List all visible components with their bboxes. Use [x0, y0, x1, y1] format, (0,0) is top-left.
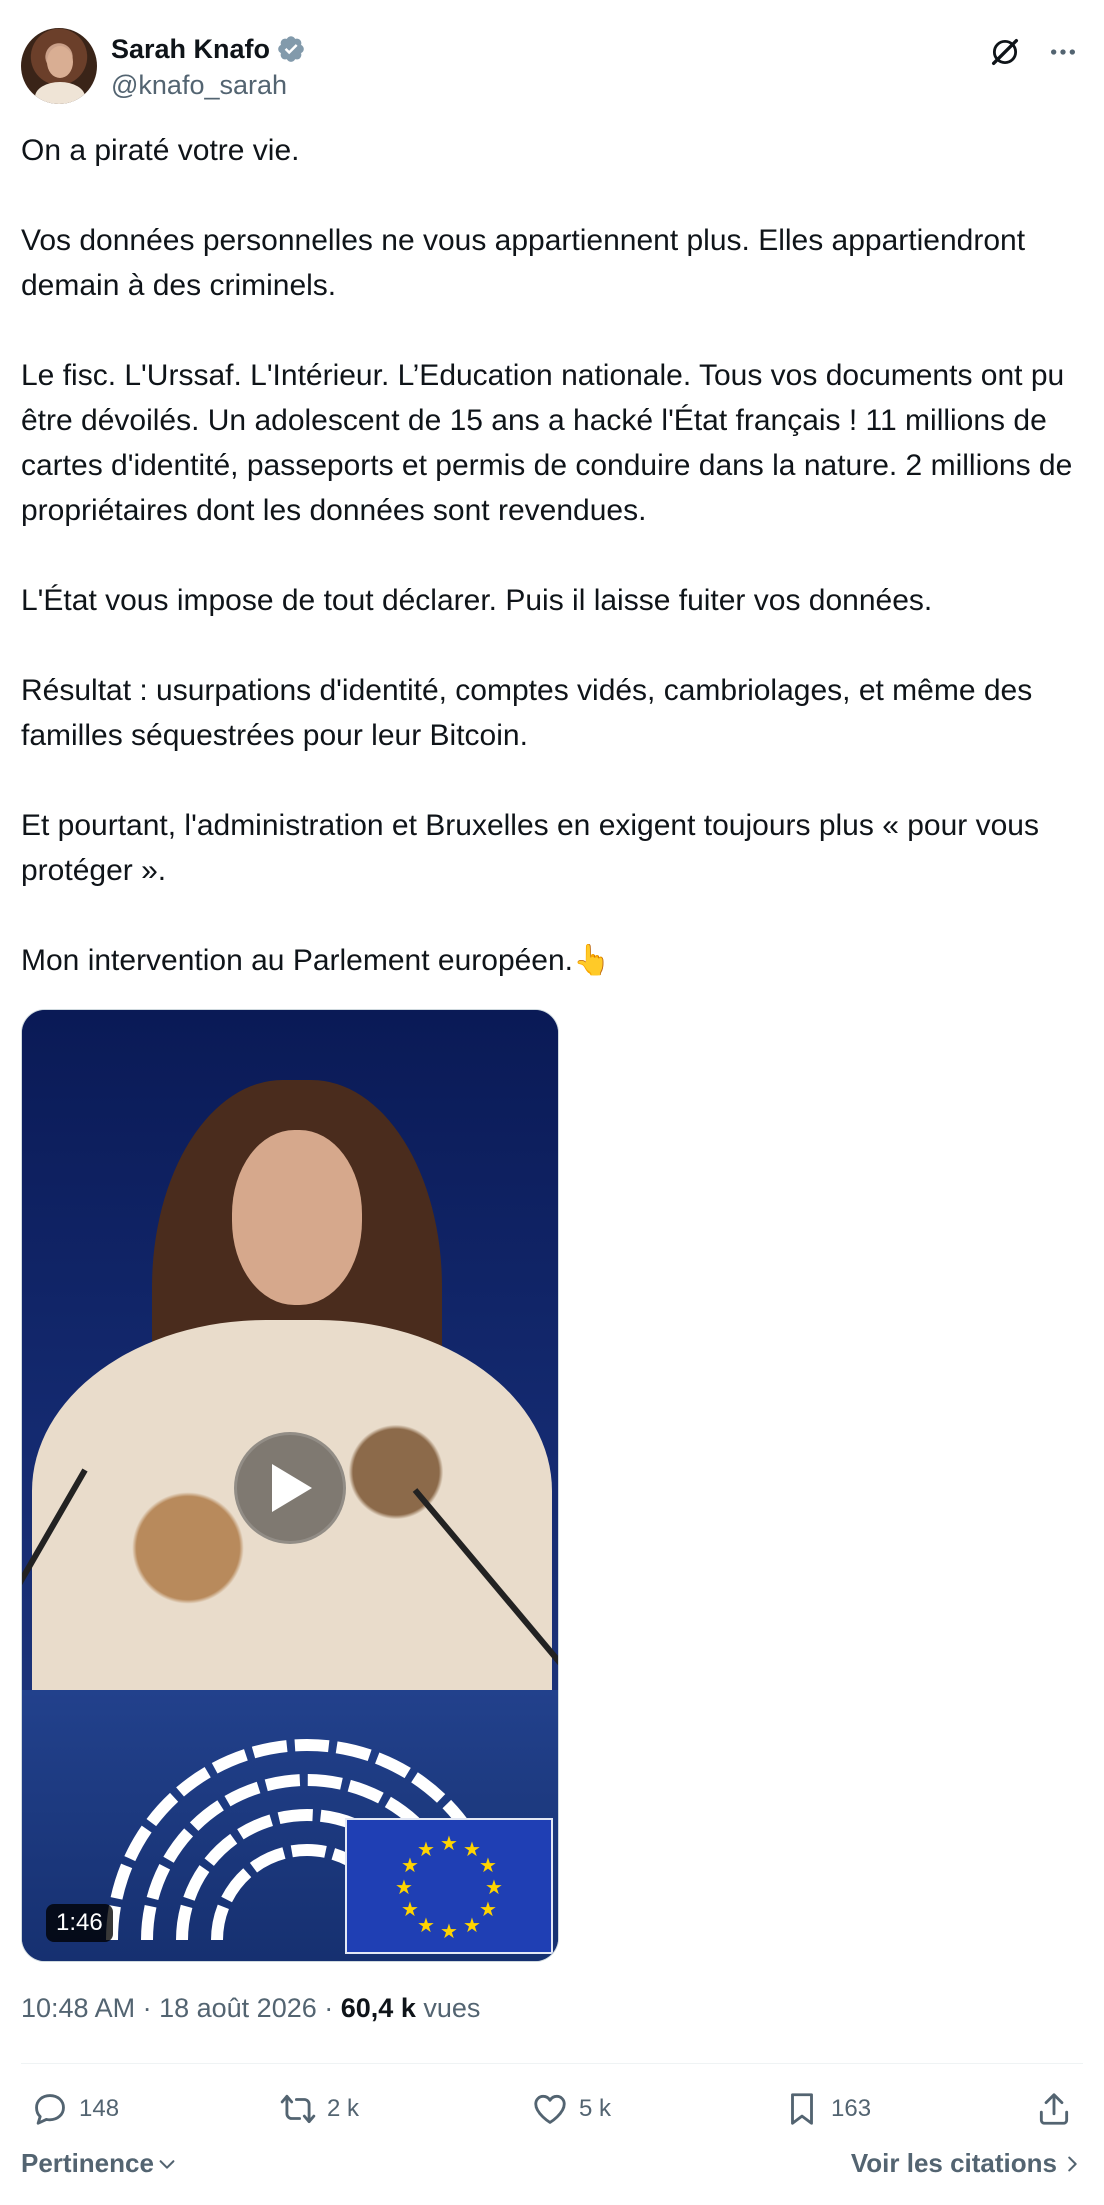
eu-flag: ★ ★ ★ ★ ★ ★ ★ ★ ★ ★ ★ ★: [345, 1818, 553, 1954]
repost-count: 2 k: [327, 2095, 360, 2122]
tweet-paragraph: Mon intervention au Parlement européen.👆: [21, 944, 611, 977]
svg-text:★: ★: [440, 1831, 458, 1855]
tweet-meta: 10:48 AM · 18 août 2026 · 60,4 k vues: [21, 1993, 480, 2024]
video-player[interactable]: ★ ★ ★ ★ ★ ★ ★ ★ ★ ★ ★ ★ 1:46: [21, 1009, 559, 1962]
more-options-button[interactable]: [1043, 32, 1083, 72]
svg-text:★: ★: [479, 1853, 497, 1877]
repost-button[interactable]: 2 k: [279, 2084, 359, 2134]
chevron-down-icon: [159, 2159, 175, 2169]
meta-separator: ·: [324, 1993, 341, 2023]
view-quotes-link[interactable]: Voir les citations: [851, 2148, 1083, 2179]
author-name[interactable]: Sarah Knafo: [111, 34, 270, 65]
action-bar: 148 2 k 5 k 163: [21, 2084, 1083, 2134]
svg-text:★: ★: [463, 1913, 481, 1937]
bookmark-icon: [791, 2093, 813, 2125]
share-icon: [1039, 2093, 1069, 2125]
reply-button[interactable]: 148: [31, 2084, 119, 2134]
heart-icon: [534, 2094, 566, 2124]
tweet-footer: Pertinence Voir les citations: [21, 2148, 1083, 2188]
svg-text:★: ★: [417, 1913, 435, 1937]
tweet-date[interactable]: 18 août 2026: [159, 1993, 317, 2023]
tweet-text: On a piraté votre vie. Vos données perso…: [21, 128, 1081, 983]
like-count: 5 k: [579, 2095, 612, 2122]
meta-separator: ·: [142, 1993, 160, 2023]
play-button[interactable]: [234, 1432, 346, 1544]
view-quotes-label: Voir les citations: [850, 2148, 1057, 2178]
tweet-paragraph: L'État vous impose de tout déclarer. Pui…: [21, 584, 933, 617]
tweet-paragraph: Et pourtant, l'administration et Bruxell…: [21, 809, 1048, 887]
svg-text:★: ★: [479, 1897, 497, 1921]
tweet-paragraph: Le fisc. L'Urssaf. L'Intérieur. L’Educat…: [21, 359, 1081, 527]
tweet-time[interactable]: 10:48 AM: [21, 1993, 135, 2023]
grok-icon: [991, 38, 1019, 66]
svg-text:★: ★: [401, 1897, 419, 1921]
play-icon: [272, 1464, 312, 1512]
sort-dropdown[interactable]: Pertinence: [21, 2148, 178, 2179]
svg-text:★: ★: [395, 1875, 413, 1899]
avatar-shirt: [35, 82, 85, 104]
views-count: 60,4 k: [340, 1993, 416, 2023]
share-button[interactable]: [1035, 2084, 1073, 2134]
video-duration: 1:46: [46, 1904, 113, 1942]
repost-icon: [280, 2094, 316, 2124]
divider: [21, 2063, 1083, 2064]
avatar[interactable]: [21, 28, 97, 104]
bookmark-count: 163: [831, 2095, 872, 2122]
sort-label: Pertinence: [21, 2148, 154, 2178]
svg-text:★: ★: [440, 1919, 458, 1943]
author-handle[interactable]: @knafo_sarah: [111, 70, 287, 101]
tweet-header: Sarah Knafo @knafo_sarah: [21, 28, 1083, 108]
eu-stars-icon: ★ ★ ★ ★ ★ ★ ★ ★ ★ ★ ★ ★: [395, 1831, 503, 1943]
svg-text:★: ★: [485, 1875, 503, 1899]
views-label: vues: [423, 1993, 481, 2023]
verified-badge-icon: [278, 36, 304, 62]
chevron-right-icon: [1068, 2156, 1077, 2171]
tweet-paragraph: Résultat : usurpations d'identité, compt…: [21, 674, 1041, 752]
reply-icon: [35, 2094, 65, 2125]
reply-count: 148: [79, 2095, 120, 2122]
video-speaker-face: [232, 1130, 362, 1305]
tweet-paragraph: Vos données personnelles ne vous apparti…: [21, 224, 1034, 302]
like-button[interactable]: 5 k: [531, 2084, 611, 2134]
avatar-face: [47, 46, 73, 78]
svg-text:★: ★: [417, 1837, 435, 1861]
bookmark-button[interactable]: 163: [783, 2084, 871, 2134]
more-icon: [1051, 49, 1075, 55]
grok-button[interactable]: [985, 32, 1025, 72]
author-name-row: Sarah Knafo: [111, 32, 306, 66]
tweet-paragraph: On a piraté votre vie.: [21, 134, 300, 167]
